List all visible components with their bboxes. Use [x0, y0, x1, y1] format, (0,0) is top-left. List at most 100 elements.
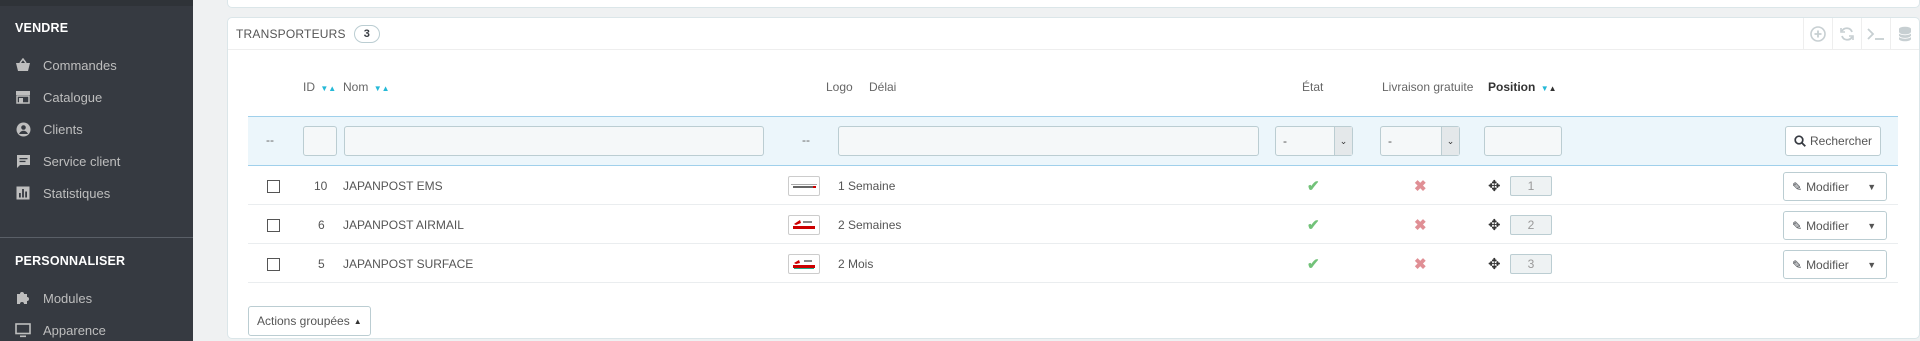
- sidebar-item-label: Modules: [43, 290, 93, 306]
- sidebar-item-stats[interactable]: Statistiques: [15, 182, 110, 204]
- panel-heading: TRANSPORTEURS 3: [228, 18, 1919, 50]
- edit-button-group: ✎ Modifier ▼: [1783, 172, 1887, 201]
- sidebar-item-label: Commandes: [43, 57, 117, 73]
- sidebar-item-label: Statistiques: [43, 185, 111, 201]
- drag-handle-icon[interactable]: ✥: [1488, 177, 1501, 195]
- terminal-icon[interactable]: [1861, 18, 1890, 50]
- col-status: État: [1302, 80, 1324, 94]
- col-free-shipping: Livraison gratuite: [1382, 80, 1474, 94]
- sort-icon[interactable]: ▼▲: [374, 84, 390, 93]
- sidebar-item-modules[interactable]: Modules: [15, 287, 92, 309]
- row-delay: 2 Semaines: [838, 218, 902, 232]
- col-logo: Logo: [826, 80, 853, 94]
- caret-up-icon: ▲: [353, 316, 362, 326]
- database-icon[interactable]: [1890, 18, 1919, 50]
- sidebar-divider: [0, 237, 193, 238]
- position-value: 3: [1510, 254, 1552, 274]
- drag-handle-icon[interactable]: ✥: [1488, 216, 1501, 234]
- edit-button-group: ✎ Modifier ▼: [1783, 211, 1887, 240]
- row-name: JAPANPOST AIRMAIL: [343, 218, 464, 232]
- sidebar-item-appearance[interactable]: Apparence: [15, 319, 106, 341]
- col-position[interactable]: Position ▼▲: [1488, 80, 1557, 94]
- edit-button-group: ✎ Modifier ▼: [1783, 250, 1887, 279]
- sidebar-item-clients[interactable]: Clients: [15, 118, 83, 140]
- chevron-down-icon: ⌄: [1334, 127, 1352, 155]
- previous-panel-bottom: [227, 0, 1920, 8]
- caret-down-icon[interactable]: ▼: [1858, 173, 1886, 200]
- filter-position-input[interactable]: [1484, 126, 1562, 156]
- edit-button-label: Modifier: [1806, 179, 1849, 194]
- col-id[interactable]: ID ▼▲: [303, 80, 336, 94]
- sidebar-item-customer-service[interactable]: Service client: [15, 150, 120, 172]
- sidebar: VENDRE Commandes Catalogue Clients Servi…: [0, 0, 193, 341]
- table-row[interactable]: 10 JAPANPOST EMS 1 Semaine ✔ ✖ ✥ 1 ✎ Mod…: [248, 167, 1898, 205]
- check-icon[interactable]: ✔: [1307, 216, 1320, 234]
- filter-status-select[interactable]: - ⌄: [1275, 126, 1353, 156]
- sidebar-section-sell: VENDRE: [15, 21, 69, 35]
- caret-down-icon[interactable]: ▼: [1858, 251, 1886, 278]
- check-icon[interactable]: ✔: [1307, 177, 1320, 195]
- cross-icon[interactable]: ✖: [1414, 255, 1427, 273]
- col-name-label: Nom: [343, 80, 369, 94]
- chart-icon: [15, 185, 31, 201]
- sidebar-item-orders[interactable]: Commandes: [15, 54, 117, 76]
- cross-icon[interactable]: ✖: [1414, 216, 1427, 234]
- position-value: 1: [1510, 176, 1552, 196]
- account-icon: [15, 121, 31, 137]
- sort-icon[interactable]: ▼▲: [1541, 84, 1557, 93]
- row-id: 5: [318, 257, 325, 271]
- search-button-label: Rechercher: [1810, 134, 1873, 148]
- filter-logo-placeholder: --: [802, 133, 810, 147]
- row-id: 10: [314, 179, 328, 193]
- edit-button[interactable]: ✎ Modifier: [1784, 251, 1858, 278]
- row-delay: 2 Mois: [838, 257, 874, 271]
- sidebar-item-catalog[interactable]: Catalogue: [15, 86, 102, 108]
- basket-icon: [15, 57, 31, 73]
- edit-button-label: Modifier: [1806, 218, 1849, 233]
- caret-down-icon[interactable]: ▼: [1858, 212, 1886, 239]
- filter-id-input[interactable]: [303, 126, 337, 156]
- cross-icon[interactable]: ✖: [1414, 177, 1427, 195]
- pencil-icon: ✎: [1792, 218, 1803, 233]
- carriers-panel: TRANSPORTEURS 3 ID ▼▲ Nom ▼▲ Logo Délai …: [227, 17, 1920, 339]
- main-content: TRANSPORTEURS 3 ID ▼▲ Nom ▼▲ Logo Délai …: [193, 0, 1920, 341]
- filter-name-input[interactable]: [344, 126, 764, 156]
- carrier-logo: [788, 176, 820, 196]
- search-button[interactable]: Rechercher: [1785, 126, 1882, 156]
- edit-button[interactable]: ✎ Modifier: [1784, 173, 1858, 200]
- sidebar-item-label: Apparence: [43, 322, 106, 338]
- sidebar-section-customize: PERSONNALISER: [15, 254, 126, 268]
- count-badge: 3: [353, 24, 380, 43]
- carriers-table: ID ▼▲ Nom ▼▲ Logo Délai État Livraison g…: [248, 60, 1898, 336]
- row-name: JAPANPOST EMS: [343, 179, 443, 193]
- filter-free-value: -: [1388, 134, 1392, 148]
- row-checkbox[interactable]: [267, 218, 280, 232]
- edit-button[interactable]: ✎ Modifier: [1784, 212, 1858, 239]
- sort-icon[interactable]: ▼▲: [320, 84, 336, 93]
- bulk-actions-label: Actions groupées: [257, 314, 350, 328]
- chevron-down-icon: ⌄: [1441, 127, 1459, 155]
- col-name[interactable]: Nom ▼▲: [343, 80, 390, 94]
- refresh-icon[interactable]: [1832, 18, 1861, 50]
- check-icon[interactable]: ✔: [1307, 255, 1320, 273]
- pencil-icon: ✎: [1792, 179, 1803, 194]
- sidebar-item-label: Catalogue: [43, 89, 103, 105]
- bulk-actions-button[interactable]: Actions groupées ▲: [248, 306, 371, 336]
- carrier-logo: [788, 215, 820, 235]
- row-id: 6: [318, 218, 325, 232]
- pencil-icon: ✎: [1792, 257, 1803, 272]
- edit-button-label: Modifier: [1806, 257, 1849, 272]
- filter-delay-input[interactable]: [838, 126, 1259, 156]
- row-checkbox[interactable]: [267, 179, 280, 193]
- add-icon[interactable]: [1803, 18, 1832, 50]
- filter-status-value: -: [1283, 134, 1287, 148]
- search-icon: [1794, 135, 1806, 147]
- table-row[interactable]: 6 JAPANPOST AIRMAIL 2 Semaines ✔ ✖ ✥ 2 ✎…: [248, 206, 1898, 244]
- drag-handle-icon[interactable]: ✥: [1488, 255, 1501, 273]
- table-row[interactable]: 5 JAPANPOST SURFACE 2 Mois ✔ ✖ ✥ 3 ✎ Mod…: [248, 245, 1898, 283]
- row-checkbox[interactable]: [267, 257, 280, 271]
- filter-free-select[interactable]: - ⌄: [1380, 126, 1460, 156]
- table-header: ID ▼▲ Nom ▼▲ Logo Délai État Livraison g…: [248, 60, 1898, 100]
- chat-icon: [15, 153, 31, 169]
- col-id-label: ID: [303, 80, 315, 94]
